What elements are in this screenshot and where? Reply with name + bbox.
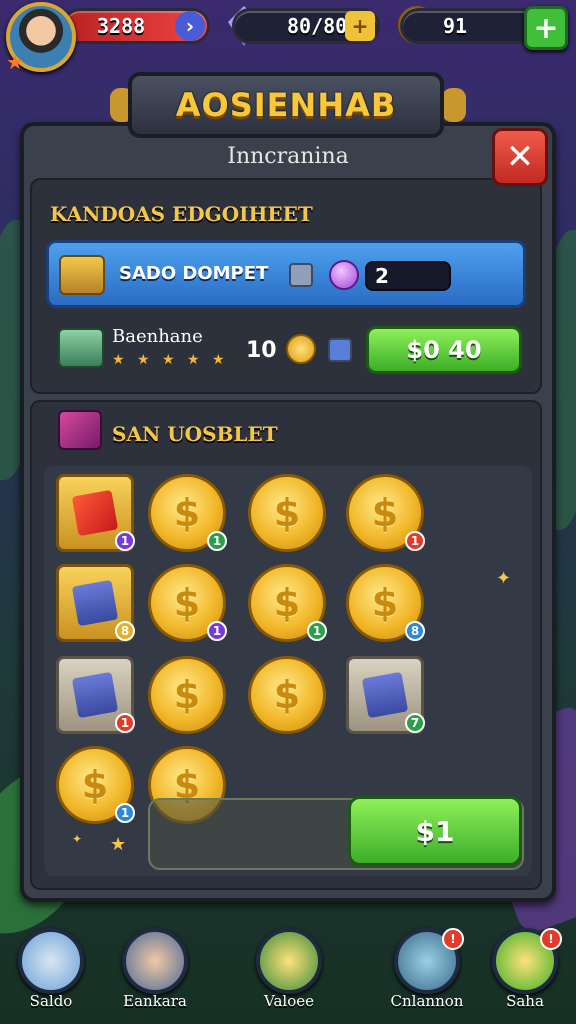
nav-label: Eankara <box>123 992 187 1010</box>
purple-gem-icon <box>329 260 359 290</box>
dollar-icon: $ <box>173 581 201 625</box>
title-banner: AOSIENHAB <box>128 72 444 138</box>
panel-subtitle: Inncranina <box>227 144 349 169</box>
sparkle-icon: ✦ <box>72 832 83 846</box>
featured-offers-heading: KANDOAS EDGOIHEET <box>50 202 313 226</box>
offer-name: Baenhane <box>112 326 203 347</box>
dollar-icon: $ <box>173 491 201 535</box>
chest-icon <box>59 255 105 295</box>
coin-item[interactable]: $ <box>248 474 326 552</box>
coins-value: 91 <box>443 14 468 38</box>
quantity-field[interactable]: 2 <box>365 261 451 291</box>
gems-value: 80/80 <box>287 14 348 38</box>
nav-item-saha[interactable]: Saha! <box>480 928 570 1018</box>
item-badge: 7 <box>405 713 425 733</box>
item-card[interactable]: 1 <box>56 474 135 552</box>
dollar-icon: $ <box>371 491 399 535</box>
item-badge: 1 <box>207 531 227 551</box>
item-card[interactable]: 8 <box>56 564 135 642</box>
item-badge: 8 <box>405 621 425 641</box>
item-badge: 1 <box>115 713 135 733</box>
offer-stars: ★ ★ ★ ★ ★ <box>112 352 229 368</box>
nav-item-eankara[interactable]: Eankara <box>110 928 200 1018</box>
health-value: 3288 <box>97 14 146 38</box>
coin-item[interactable]: $1 <box>148 474 227 552</box>
item-badge: 1 <box>115 531 135 551</box>
nav-item-saldo[interactable]: Saldo <box>6 928 96 1018</box>
add-gems-button[interactable]: + <box>345 11 375 41</box>
nav-label: Saha <box>506 992 544 1010</box>
card-art-icon <box>71 579 119 627</box>
item-badge: 1 <box>207 621 227 641</box>
item-card[interactable]: 1 <box>56 656 135 734</box>
nav-label: Saldo <box>29 992 73 1010</box>
dollar-icon: $ <box>81 763 109 807</box>
item-box-icon <box>328 338 352 362</box>
top-resource-bar: ★ 3288 › 80/80 + 91 + <box>0 0 576 74</box>
nav-icon <box>256 928 322 994</box>
coin-item[interactable]: $8 <box>346 564 425 642</box>
item-box-icon <box>289 263 313 287</box>
dollar-icon: $ <box>173 673 201 717</box>
book-icon <box>58 410 102 450</box>
buy-offer-button[interactable]: $0 40 <box>366 326 522 374</box>
nav-label: Cnlannon <box>390 992 464 1010</box>
offer-label: SADO DOMPET <box>119 263 269 284</box>
sparkle-icon: ★ <box>110 834 127 855</box>
nav-item-cnlannon[interactable]: Cnlannon! <box>382 928 472 1018</box>
nav-icon <box>18 928 84 994</box>
offer-count: 10 <box>246 338 277 363</box>
money-stack-icon <box>58 328 104 368</box>
coin-item[interactable]: $1 <box>148 564 227 642</box>
coin-item[interactable]: $1 <box>248 564 327 642</box>
item-badge: 8 <box>115 621 135 641</box>
coin-item[interactable]: $1 <box>346 474 425 552</box>
notification-badge: ! <box>540 928 562 950</box>
page-title: AOSIENHAB <box>175 86 397 124</box>
buy-button[interactable]: $1 <box>348 796 522 866</box>
dollar-icon: $ <box>371 581 399 625</box>
dollar-icon: $ <box>273 581 301 625</box>
add-coins-button[interactable]: + <box>524 6 568 50</box>
coin-item[interactable]: $1 <box>56 746 135 824</box>
item-badge: 1 <box>405 531 425 551</box>
offer-row-baenhane: Baenhane ★ ★ ★ ★ ★ 10 $0 40 <box>46 318 526 384</box>
nav-icon <box>122 928 188 994</box>
gems-resource: 80/80 + <box>232 8 380 44</box>
dollar-icon: $ <box>273 491 301 535</box>
item-badge: 1 <box>307 621 327 641</box>
coin-item[interactable]: $ <box>248 656 326 734</box>
sparkle-icon: ✦ <box>496 568 512 589</box>
coin-item[interactable]: $ <box>148 656 226 734</box>
dollar-icon: $ <box>273 673 301 717</box>
coin-icon <box>286 334 316 364</box>
banner-knob <box>442 88 466 122</box>
nav-label: Valoee <box>264 992 314 1010</box>
card-art-icon <box>361 671 409 719</box>
health-resource: 3288 › <box>62 8 210 44</box>
level-star-icon: ★ <box>6 50 24 74</box>
item-grid-heading: SAN UOSBLET <box>112 422 278 446</box>
card-art-icon <box>71 671 119 719</box>
offer-row-sado-dompet[interactable]: SADO DOMPET 2 <box>46 240 526 308</box>
health-info-button[interactable]: › <box>175 11 205 41</box>
notification-badge: ! <box>442 928 464 950</box>
card-art-icon <box>71 489 119 537</box>
nav-item-valoee[interactable]: Valoee <box>244 928 334 1018</box>
item-card[interactable]: 7 <box>346 656 425 734</box>
item-badge: 1 <box>115 803 135 823</box>
close-button[interactable]: ✕ <box>492 128 548 186</box>
